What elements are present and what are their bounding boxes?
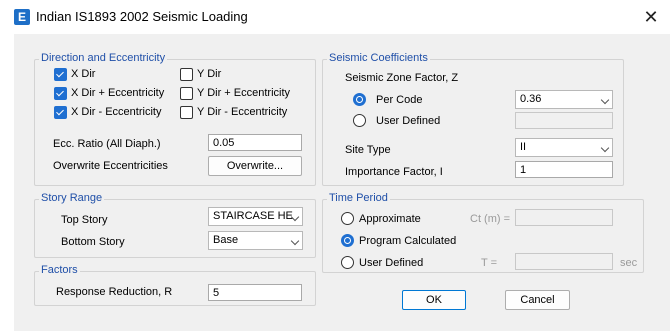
- overwrite-label: Overwrite Eccentricities: [53, 160, 168, 172]
- factors-group: Factors Response Reduction, R 5: [34, 264, 316, 306]
- y-dir-plus-ecc-checkbox[interactable]: [180, 87, 193, 100]
- t-label: T =: [481, 257, 498, 269]
- approximate-radio[interactable]: [341, 212, 354, 225]
- dialog-title: Indian IS1893 2002 Seismic Loading: [36, 9, 248, 24]
- direction-checkboxes: X Dir Y Dir X Dir + Eccentricity Y Dir +…: [35, 68, 315, 128]
- site-type-value: II: [520, 141, 527, 153]
- bottom-story-select[interactable]: Base: [208, 231, 303, 250]
- story-range-group: Story Range Top Story STAIRCASE HE Botto…: [34, 192, 316, 258]
- zone-factor-value: 0.36: [520, 93, 542, 105]
- per-code-label: Per Code: [376, 94, 423, 106]
- group-title: Seismic Coefficients: [327, 52, 430, 64]
- direction-eccentricity-group: Direction and Eccentricity X Dir Y Dir X…: [34, 52, 316, 186]
- group-title: Factors: [39, 264, 80, 276]
- program-calculated-radio[interactable]: [341, 234, 354, 247]
- zone-factor-label: Seismic Zone Factor, Z: [345, 72, 459, 84]
- y-dir-label: Y Dir: [197, 68, 222, 80]
- seismic-coefficients-group: Seismic Coefficients Seismic Zone Factor…: [322, 52, 624, 186]
- user-defined-period-label: User Defined: [359, 257, 424, 269]
- importance-factor-label: Importance Factor, I: [345, 166, 443, 178]
- group-title: Story Range: [39, 192, 105, 204]
- per-code-radio[interactable]: [353, 93, 366, 106]
- title-bar: E Indian IS1893 2002 Seismic Loading ✕: [14, 0, 670, 34]
- program-calculated-label: Program Calculated: [359, 235, 457, 247]
- user-defined-label: User Defined: [376, 115, 441, 127]
- user-defined-radio[interactable]: [353, 114, 366, 127]
- top-story-label: Top Story: [61, 214, 108, 226]
- chevron-down-icon: [600, 95, 610, 105]
- cancel-button[interactable]: Cancel: [505, 290, 570, 310]
- bottom-story-value: Base: [213, 234, 239, 246]
- seismic-loading-dialog: E Indian IS1893 2002 Seismic Loading ✕ D…: [14, 0, 670, 331]
- y-dir-checkbox[interactable]: [180, 68, 193, 81]
- ecc-ratio-input[interactable]: 0.05: [208, 134, 302, 151]
- t-input[interactable]: [515, 253, 613, 270]
- ct-input[interactable]: [515, 209, 613, 226]
- etabs-app-icon: E: [14, 9, 30, 25]
- x-dir-checkbox[interactable]: [54, 68, 67, 81]
- user-zone-input[interactable]: [515, 112, 613, 129]
- overwrite-button[interactable]: Overwrite...: [208, 156, 302, 176]
- ct-label: Ct (m) =: [470, 213, 511, 225]
- importance-factor-input[interactable]: 1: [515, 161, 613, 178]
- group-title: Time Period: [327, 192, 390, 204]
- top-story-value: STAIRCASE HE: [213, 210, 293, 222]
- response-reduction-label: Response Reduction, R: [56, 286, 173, 298]
- ecc-ratio-label: Ecc. Ratio (All Diaph.): [53, 138, 161, 150]
- close-icon[interactable]: ✕: [638, 5, 664, 29]
- ok-button[interactable]: OK: [402, 290, 466, 310]
- x-dir-plus-ecc-label: X Dir + Eccentricity: [71, 87, 165, 99]
- response-reduction-input[interactable]: 5: [208, 284, 302, 301]
- x-dir-label: X Dir: [71, 68, 96, 80]
- background-window: [0, 0, 14, 331]
- zone-factor-select[interactable]: 0.36: [515, 90, 613, 109]
- approximate-label: Approximate: [359, 213, 421, 225]
- top-story-select[interactable]: STAIRCASE HE: [208, 207, 303, 226]
- x-dir-plus-ecc-checkbox[interactable]: [54, 87, 67, 100]
- time-period-group: Time Period Approximate Ct (m) = Program…: [322, 192, 644, 273]
- y-dir-plus-ecc-label: Y Dir + Eccentricity: [197, 87, 291, 99]
- user-defined-period-radio[interactable]: [341, 256, 354, 269]
- y-dir-minus-ecc-label: Y Dir - Eccentricity: [197, 106, 288, 118]
- chevron-down-icon: [600, 143, 610, 153]
- chevron-down-icon: [290, 236, 300, 246]
- y-dir-minus-ecc-checkbox[interactable]: [180, 106, 193, 119]
- bottom-story-label: Bottom Story: [61, 236, 125, 248]
- x-dir-minus-ecc-label: X Dir - Eccentricity: [71, 106, 162, 118]
- sec-label: sec: [620, 257, 638, 269]
- group-title: Direction and Eccentricity: [39, 52, 168, 64]
- x-dir-minus-ecc-checkbox[interactable]: [54, 106, 67, 119]
- site-type-select[interactable]: II: [515, 138, 613, 157]
- site-type-label: Site Type: [345, 144, 391, 156]
